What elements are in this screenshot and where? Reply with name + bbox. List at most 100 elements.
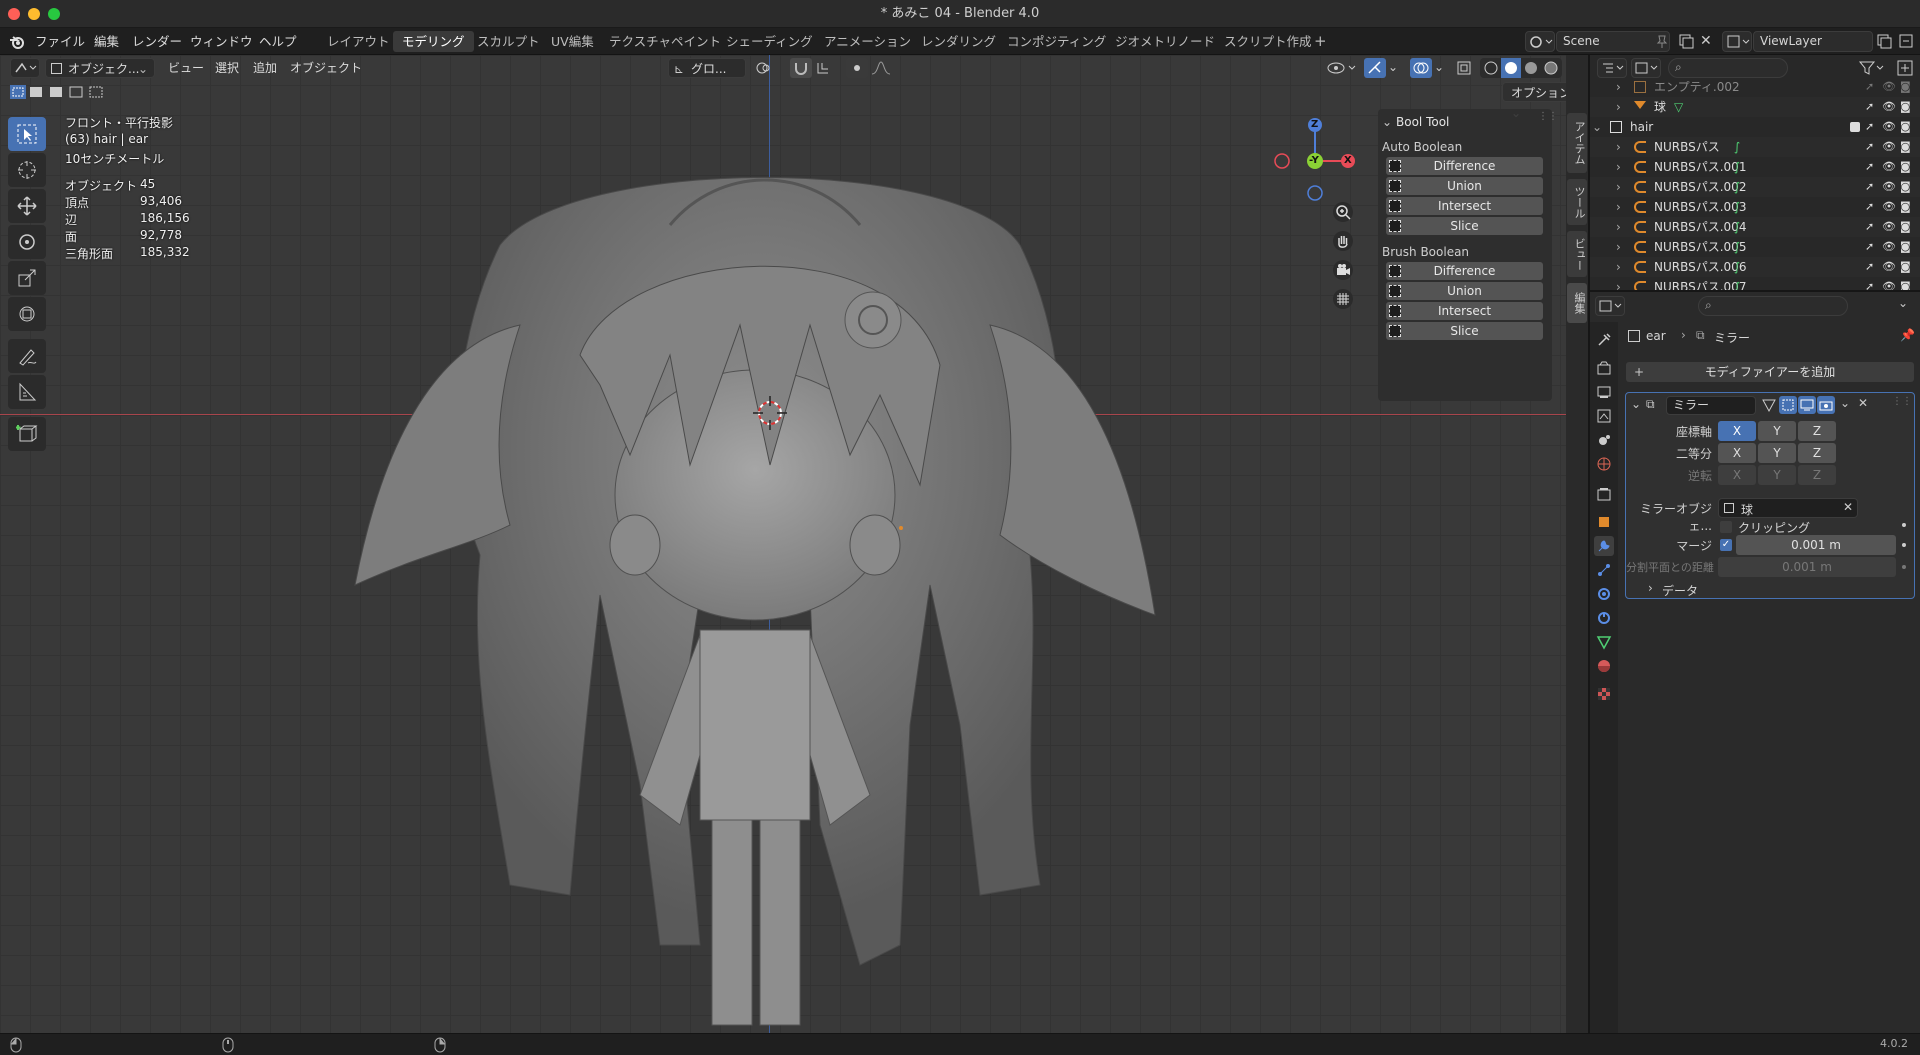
select-mode-group[interactable] <box>10 84 105 100</box>
tab-modeling[interactable]: モデリング <box>393 31 474 52</box>
curve-data-icon[interactable]: ∫ <box>1734 277 1740 290</box>
menu-edit[interactable]: 編集 <box>94 28 119 55</box>
curve-data-icon[interactable]: ∫ <box>1734 257 1740 277</box>
render-toggle-icon[interactable]: ◙ <box>1900 157 1911 177</box>
options-dropdown[interactable]: オプション ⌄ <box>1502 82 1566 120</box>
select-toggle-icon[interactable]: ➚ <box>1865 177 1874 197</box>
curve-data-icon[interactable]: ∫ <box>1734 217 1740 237</box>
select-toggle-icon[interactable]: ➚ <box>1865 97 1874 117</box>
expand-chevron-icon[interactable]: ⌄ <box>1631 397 1641 411</box>
new-scene-icon[interactable] <box>1678 33 1694 49</box>
visibility-toggle-icon[interactable]: 👁 <box>1882 117 1896 137</box>
new-collection-icon[interactable] <box>1896 59 1914 77</box>
panel-collapse-icon[interactable]: ⌄ <box>1382 115 1392 129</box>
snap-icon[interactable] <box>790 58 812 78</box>
proportional-edit-icon[interactable] <box>846 58 868 78</box>
scene-selector-icon[interactable] <box>1525 31 1555 52</box>
render-toggle-icon[interactable]: ◙ <box>1900 97 1911 117</box>
pan-hand-icon[interactable] <box>1332 230 1354 252</box>
render-toggle-icon[interactable]: ◙ <box>1900 81 1911 97</box>
outliner-editor-type-icon[interactable] <box>1597 58 1627 78</box>
visibility-toggle-icon[interactable]: 👁 <box>1882 217 1896 237</box>
view-layer-name-field[interactable]: ViewLayer <box>1753 31 1873 52</box>
solid-shading-button[interactable] <box>1500 58 1520 78</box>
menu-help[interactable]: ヘルプ <box>259 28 297 55</box>
menu-select[interactable]: 選択 <box>215 58 239 78</box>
tab-texture-paint[interactable]: テクスチャペイント <box>600 31 730 52</box>
editor-type-icon[interactable] <box>10 58 40 78</box>
scale-tool-icon[interactable] <box>8 261 46 295</box>
modifier-menu-icon[interactable]: ⌄ <box>1840 396 1850 410</box>
view-layer-tab-icon[interactable] <box>1594 406 1614 426</box>
modifier-name-field[interactable]: ミラー <box>1666 396 1756 415</box>
transform-tool-icon[interactable] <box>8 297 46 331</box>
drag-handle-icon[interactable]: ⋮⋮ <box>1892 396 1912 407</box>
disclosure-arrow-icon[interactable]: ⌄ <box>1592 117 1602 137</box>
render-toggle-icon[interactable]: ◙ <box>1900 277 1911 290</box>
select-toggle-icon[interactable]: ➚ <box>1865 157 1874 177</box>
remove-view-layer-icon[interactable] <box>1898 33 1914 49</box>
visibility-toggle-icon[interactable]: 👁 <box>1882 277 1896 290</box>
pin-icon[interactable]: 📌 <box>1900 328 1915 342</box>
new-view-layer-icon[interactable] <box>1876 33 1892 49</box>
tab-rendering[interactable]: レンダリング <box>912 31 1005 52</box>
material-preview-button[interactable] <box>1520 58 1540 78</box>
scene-name-field[interactable]: Scene <box>1556 31 1670 52</box>
visibility-icon[interactable] <box>1325 58 1359 78</box>
select-toggle-icon[interactable]: ➚ <box>1865 117 1874 137</box>
disclosure-arrow-icon[interactable]: › <box>1616 157 1621 177</box>
3d-viewport[interactable]: オブジェク... ⌄ ビュー 選択 追加 オブジェクト ⊾ グロ... ⌄ ⌄ <box>0 55 1566 1033</box>
disclosure-arrow-icon[interactable]: › <box>1616 257 1621 277</box>
render-toggle-icon[interactable]: ◙ <box>1900 237 1911 257</box>
outliner-row[interactable]: › NURBSパス.006 ∫ ➚ 👁 ◙ <box>1590 257 1920 277</box>
visibility-toggle-icon[interactable]: 👁 <box>1882 197 1896 217</box>
render-tab-icon[interactable] <box>1594 358 1614 378</box>
visibility-toggle-icon[interactable]: 👁 <box>1882 81 1896 97</box>
properties-search-input[interactable]: ⌕ <box>1698 296 1848 316</box>
ortho-toggle-icon[interactable] <box>1332 288 1354 310</box>
axis-y-toggle[interactable]: Y <box>1758 421 1796 441</box>
render-toggle-icon[interactable]: ◙ <box>1900 137 1911 157</box>
object-tab-icon[interactable] <box>1594 512 1614 532</box>
tab-animation[interactable]: アニメーション <box>815 31 920 52</box>
menu-window[interactable]: ウィンドウ <box>190 28 253 55</box>
zoom-icon[interactable] <box>1332 201 1354 223</box>
render-toggle-icon[interactable]: ◙ <box>1900 177 1911 197</box>
disclosure-arrow-icon[interactable]: › <box>1616 217 1621 237</box>
disclosure-arrow-icon[interactable]: › <box>1616 81 1621 97</box>
remove-scene-icon[interactable]: ✕ <box>1700 33 1712 49</box>
tab-view[interactable]: ビュー <box>1567 231 1587 277</box>
disclosure-arrow-icon[interactable]: › <box>1616 177 1621 197</box>
outliner-row[interactable]: › NURBSパス.001 ∫ ➚ 👁 ◙ <box>1590 157 1920 177</box>
outliner-row[interactable]: › NURBSパス.005 ∫ ➚ 👁 ◙ <box>1590 237 1920 257</box>
axis-x-toggle[interactable]: X <box>1718 421 1756 441</box>
select-toggle-icon[interactable]: ➚ <box>1865 217 1874 237</box>
mode-dropdown[interactable]: オブジェク... ⌄ <box>45 58 155 78</box>
constraints-tab-icon[interactable] <box>1594 608 1614 628</box>
tab-uv-editing[interactable]: UV編集 <box>542 31 603 52</box>
mirror-object-field[interactable]: 球 ✕ <box>1718 498 1858 518</box>
blender-logo-icon[interactable] <box>9 34 25 50</box>
brush-slice-button[interactable]: Slice <box>1386 322 1543 340</box>
transform-orientation-dropdown[interactable]: ⊾ グロ... <box>668 58 746 78</box>
overlays-toggle-icon[interactable] <box>1410 58 1432 78</box>
scene-tab-icon[interactable] <box>1594 430 1614 450</box>
overlays-dropdown-icon[interactable]: ⌄ <box>1434 60 1444 74</box>
bisect-x-toggle[interactable]: X <box>1718 443 1756 463</box>
auto-difference-button[interactable]: Difference <box>1386 157 1543 175</box>
tab-shading[interactable]: シェーディング <box>717 31 822 52</box>
outliner-row[interactable]: › NURBSパス.004 ∫ ➚ 👁 ◙ <box>1590 217 1920 237</box>
exclude-checkbox[interactable] <box>1850 122 1860 132</box>
cursor-tool-icon[interactable] <box>8 153 46 187</box>
render-toggle-icon[interactable] <box>1817 396 1835 414</box>
keyframe-dot-icon[interactable] <box>1902 543 1906 547</box>
visibility-toggle-icon[interactable]: 👁 <box>1882 257 1896 277</box>
bisect-distance-field[interactable]: 0.001 m <box>1718 557 1896 577</box>
outliner-row[interactable]: › NURBSパス ∫ ➚ 👁 ◙ <box>1590 137 1920 157</box>
flip-z-toggle[interactable]: Z <box>1798 465 1836 485</box>
curve-data-icon[interactable]: ∫ <box>1734 177 1740 197</box>
proportional-falloff-icon[interactable] <box>870 60 896 76</box>
render-toggle-icon[interactable]: ◙ <box>1900 217 1911 237</box>
visibility-toggle-icon[interactable]: 👁 <box>1882 137 1896 157</box>
outliner-collection-row[interactable]: ⌄ hair ➚ 👁 ◙ <box>1590 117 1920 137</box>
